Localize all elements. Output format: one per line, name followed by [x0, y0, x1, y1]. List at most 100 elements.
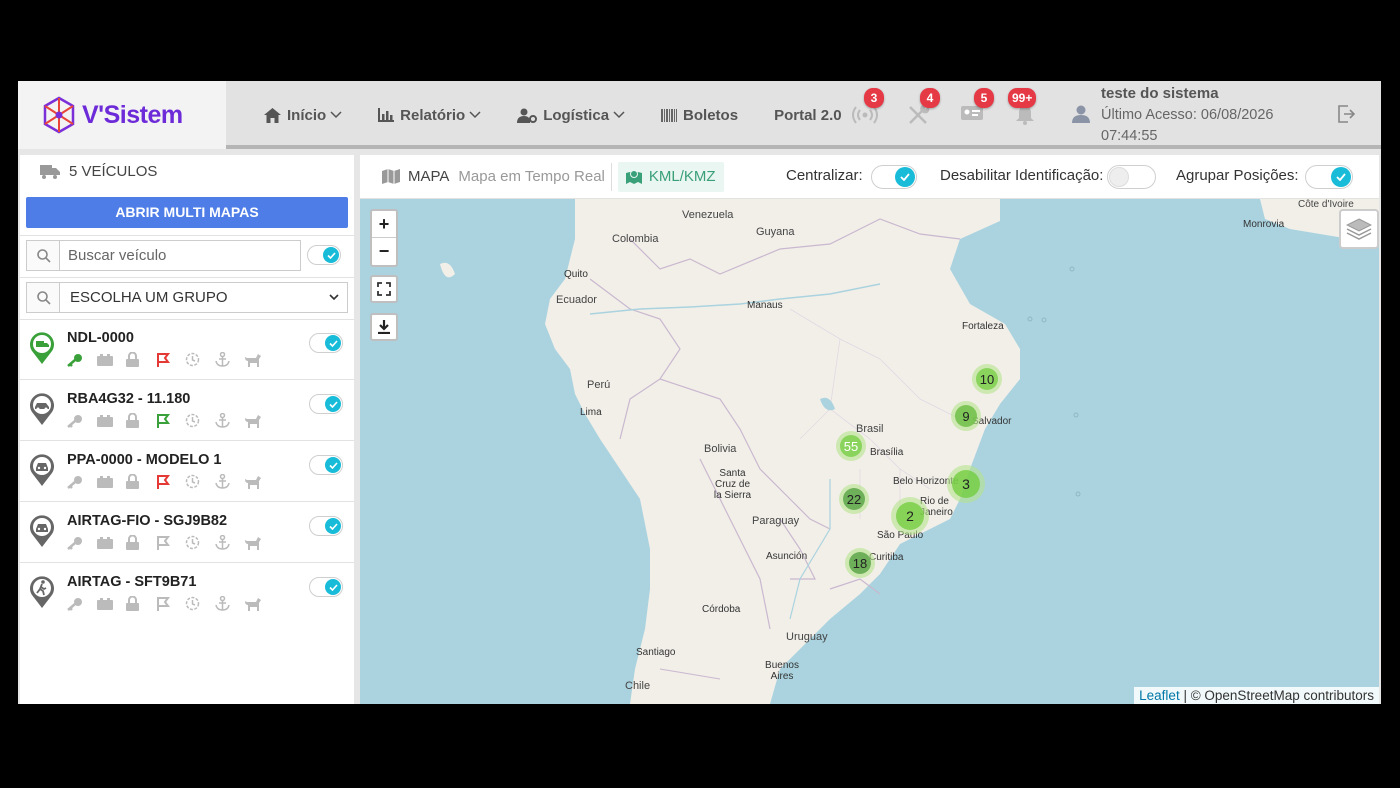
vehicle-toggle[interactable] — [309, 577, 343, 597]
map-cluster[interactable]: 3 — [947, 465, 985, 503]
nav-inicio[interactable]: Início — [264, 107, 342, 124]
zoom-out-button[interactable]: − — [372, 238, 396, 265]
map-view[interactable]: Venezuela Colombia Guyana Quito Ecuador … — [360, 199, 1379, 704]
vehicle-item[interactable]: NDL-0000 — [20, 319, 354, 380]
map-cluster[interactable]: 9 — [951, 401, 981, 431]
tools-icon — [909, 105, 930, 124]
nav-logistica-label: Logística — [543, 106, 610, 124]
vehicle-status-icons — [67, 413, 274, 428]
zoom-in-button[interactable]: + — [372, 211, 396, 238]
map-cluster[interactable]: 10 — [972, 364, 1002, 394]
nav-relatorio[interactable]: Relatório — [378, 107, 481, 124]
check-icon — [900, 173, 910, 181]
vehicle-item[interactable]: RBA4G32 - 11.180 — [20, 380, 354, 441]
tab-kml-label: KML/KMZ — [648, 168, 716, 185]
notif-signal[interactable]: 3 — [844, 81, 884, 149]
open-multi-maps-button[interactable]: ABRIR MULTI MAPAS — [26, 197, 348, 228]
notif-bell[interactable]: 99+ — [1007, 81, 1047, 149]
vehicle-name: AIRTAG-FIO - SGJ9B82 — [67, 513, 228, 529]
user-name: teste do sistema — [1101, 85, 1219, 102]
notif-tools[interactable]: 4 — [900, 81, 940, 149]
vehicle-pin-car-icon — [30, 393, 54, 425]
main-nav: Início Relatório Logística Boletos Porta… — [264, 81, 878, 149]
group-positions-label: Agrupar Posições: — [1176, 167, 1299, 184]
check-icon — [328, 400, 338, 408]
group-select[interactable]: ESCOLHA UM GRUPO — [59, 282, 348, 313]
map-cluster[interactable]: 55 — [836, 431, 866, 461]
anchor-icon — [214, 413, 230, 428]
map-cluster[interactable]: 22 — [839, 484, 869, 514]
vehicle-sidebar: 5 VEÍCULOS ABRIR MULTI MAPAS ESCOLHA UM … — [20, 155, 354, 704]
battery-icon — [96, 414, 113, 427]
vehicle-toggle[interactable] — [309, 455, 343, 475]
logout-icon[interactable] — [1337, 105, 1355, 123]
notif-signal-badge: 3 — [864, 88, 884, 108]
search-addon — [26, 240, 60, 271]
vehicle-item[interactable]: AIRTAG - SFT9B71 — [20, 563, 354, 624]
chevron-down-icon — [330, 111, 342, 119]
nav-portal[interactable]: Portal 2.0 — [774, 107, 842, 124]
layers-button[interactable] — [1339, 209, 1379, 249]
map-label-buenos-aires: Buenos Aires — [765, 660, 799, 682]
toggle-knob — [1331, 167, 1351, 187]
divider — [20, 277, 354, 278]
search-toggle[interactable] — [307, 245, 341, 265]
bell-icon — [1016, 106, 1034, 125]
vehicle-toggle[interactable] — [309, 394, 343, 414]
logo-text: V'Sistem — [82, 100, 183, 129]
fullscreen-button[interactable] — [370, 275, 398, 303]
lock-icon — [126, 596, 139, 611]
map-label-ecuador: Ecuador — [556, 294, 597, 306]
centralize-toggle[interactable] — [871, 165, 917, 189]
battery-icon — [96, 597, 113, 610]
logo[interactable]: V'Sistem — [18, 81, 226, 149]
map-label-colombia: Colombia — [612, 233, 659, 245]
tab-map-subtitle: Mapa em Tempo Real — [458, 162, 612, 191]
map-cluster-count: 55 — [840, 435, 862, 457]
map-cluster[interactable]: 2 — [891, 497, 929, 535]
vehicle-item[interactable]: PPA-0000 - MODELO 1 — [20, 441, 354, 502]
vehicle-pin-walker-icon — [30, 576, 54, 608]
vehicle-toggle[interactable] — [309, 333, 343, 353]
user-info[interactable]: teste do sistema Último Acesso: 06/08/20… — [1072, 81, 1332, 149]
search-input[interactable] — [59, 240, 301, 271]
toggle-knob — [323, 247, 339, 263]
download-button[interactable] — [370, 313, 398, 341]
nav-inicio-label: Início — [287, 106, 327, 124]
map-label-lima: Lima — [580, 407, 602, 418]
map-label-venezuela: Venezuela — [682, 209, 734, 221]
lock-icon — [126, 352, 139, 367]
group-positions-toggle[interactable] — [1305, 165, 1353, 189]
tab-kml-kmz[interactable]: KML/KMZ — [617, 161, 724, 192]
truck-icon — [40, 164, 60, 179]
nav-relatorio-label: Relatório — [400, 106, 466, 124]
vehicle-status-icons — [67, 596, 274, 611]
tab-map-label: MAPA — [408, 168, 450, 185]
centralize-label: Centralizar: — [786, 167, 863, 184]
map-label-paraguay: Paraguay — [752, 515, 800, 527]
tab-map[interactable]: MAPA — [382, 168, 449, 185]
map-cluster[interactable]: 18 — [845, 548, 875, 578]
download-icon — [378, 320, 390, 334]
key-icon — [67, 536, 82, 550]
flag-icon — [156, 413, 170, 428]
key-icon — [67, 475, 82, 489]
vehicle-toggle[interactable] — [309, 516, 343, 536]
user-icon — [1072, 105, 1090, 123]
vehicle-list: NDL-0000 RBA4G32 - 11.180 PPA-0000 - MOD… — [20, 319, 354, 624]
vehicle-status-icons — [67, 352, 274, 367]
notif-idcard[interactable]: 5 — [953, 81, 994, 149]
user-last-access-time: 07:44:55 — [1101, 128, 1158, 144]
bar-chart-icon — [378, 108, 395, 122]
disable-identification-toggle[interactable] — [1107, 165, 1156, 189]
nav-boletos[interactable]: Boletos — [661, 107, 738, 124]
group-select-value: ESCOLHA UM GRUPO — [70, 289, 228, 306]
leaflet-link[interactable]: Leaflet — [1139, 688, 1180, 703]
nav-logistica[interactable]: Logística — [517, 107, 625, 124]
vehicle-count: 5 VEÍCULOS — [69, 163, 158, 180]
group-search-addon — [26, 282, 60, 313]
vehicle-item[interactable]: AIRTAG-FIO - SGJ9B82 — [20, 502, 354, 563]
timer-icon — [185, 413, 200, 428]
home-icon — [264, 107, 281, 123]
vehicle-count-header: 5 VEÍCULOS — [40, 163, 157, 180]
